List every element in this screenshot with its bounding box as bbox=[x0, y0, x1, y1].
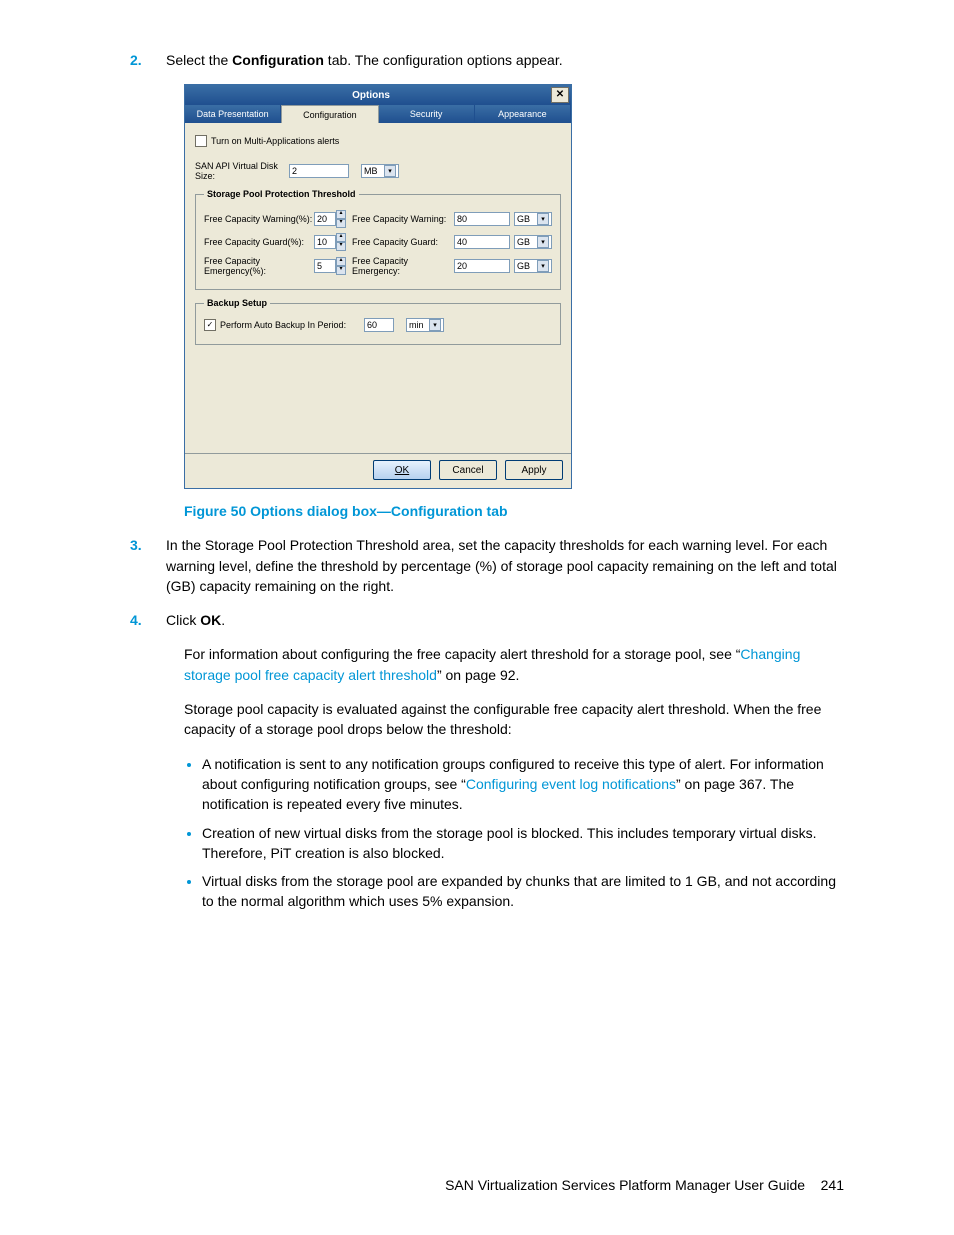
guard-unit-select[interactable]: GB▾ bbox=[514, 235, 552, 249]
emergency-pct-label: Free Capacity Emergency(%): bbox=[204, 256, 314, 276]
warning-abs-input[interactable] bbox=[454, 212, 510, 226]
vdisk-size-label: SAN API Virtual Disk Size: bbox=[195, 161, 285, 181]
chevron-down-icon: ▾ bbox=[429, 319, 441, 331]
step-number-4: 4. bbox=[130, 610, 166, 630]
step-number-2: 2. bbox=[130, 50, 166, 70]
vdisk-size-unit-select[interactable]: MB ▾ bbox=[361, 164, 399, 178]
text: . bbox=[221, 612, 225, 628]
guard-pct-spinner[interactable]: ▴▾ bbox=[336, 233, 346, 251]
chevron-down-icon: ▾ bbox=[537, 213, 549, 225]
page-footer: SAN Virtualization Services Platform Man… bbox=[445, 1177, 844, 1193]
text: ” on page 92. bbox=[437, 667, 520, 683]
guard-abs-input[interactable] bbox=[454, 235, 510, 249]
chevron-down-icon: ▾ bbox=[537, 260, 549, 272]
guard-pct-input[interactable] bbox=[314, 235, 336, 249]
list-item: A notification is sent to any notificati… bbox=[202, 754, 844, 815]
list-item: Virtual disks from the storage pool are … bbox=[202, 871, 844, 912]
footer-doc-title: SAN Virtualization Services Platform Man… bbox=[445, 1177, 805, 1193]
warning-pct-spinner[interactable]: ▴▾ bbox=[336, 210, 346, 228]
figure-caption: Figure 50 Options dialog box—Configurati… bbox=[184, 503, 844, 519]
auto-backup-label: Perform Auto Backup In Period: bbox=[220, 320, 360, 330]
ok-button[interactable]: OK bbox=[373, 460, 431, 480]
multi-apps-label: Turn on Multi-Applications alerts bbox=[211, 136, 339, 146]
tab-appearance[interactable]: Appearance bbox=[475, 105, 571, 123]
emergency-pct-spinner[interactable]: ▴▾ bbox=[336, 257, 346, 275]
auto-backup-unit-select[interactable]: min▾ bbox=[406, 318, 444, 332]
text-bold: OK bbox=[200, 612, 221, 628]
cancel-button[interactable]: Cancel bbox=[439, 460, 497, 480]
vdisk-size-unit-value: MB bbox=[364, 166, 378, 176]
emergency-unit-select[interactable]: GB▾ bbox=[514, 259, 552, 273]
emergency-abs-label: Free Capacity Emergency: bbox=[352, 256, 454, 276]
text: tab. The configuration options appear. bbox=[324, 52, 563, 68]
paragraph: For information about configuring the fr… bbox=[184, 644, 844, 685]
vdisk-size-input[interactable] bbox=[289, 164, 349, 178]
emergency-pct-input[interactable] bbox=[314, 259, 336, 273]
warning-pct-label: Free Capacity Warning(%): bbox=[204, 214, 314, 224]
backup-setup-group: Backup Setup ✓ Perform Auto Backup In Pe… bbox=[195, 298, 561, 345]
close-icon[interactable]: ✕ bbox=[551, 87, 569, 103]
auto-backup-checkbox[interactable]: ✓ bbox=[204, 319, 216, 331]
auto-backup-value-input[interactable] bbox=[364, 318, 394, 332]
paragraph: Storage pool capacity is evaluated again… bbox=[184, 699, 844, 740]
backup-setup-legend: Backup Setup bbox=[204, 298, 270, 308]
guard-abs-label: Free Capacity Guard: bbox=[352, 237, 454, 247]
text: For information about configuring the fr… bbox=[184, 646, 740, 662]
apply-button[interactable]: Apply bbox=[505, 460, 563, 480]
step-3-text: In the Storage Pool Protection Threshold… bbox=[166, 535, 844, 596]
tab-security[interactable]: Security bbox=[379, 105, 475, 123]
chevron-down-icon: ▾ bbox=[537, 236, 549, 248]
footer-page-number: 241 bbox=[821, 1177, 844, 1193]
link-configuring-event-log[interactable]: Configuring event log notifications bbox=[466, 776, 676, 792]
guard-pct-label: Free Capacity Guard(%): bbox=[204, 237, 314, 247]
text: Select the bbox=[166, 52, 232, 68]
options-dialog: Options ✕ Data Presentation Configuratio… bbox=[184, 84, 572, 489]
text-bold: Configuration bbox=[232, 52, 324, 68]
step-2-text: Select the Configuration tab. The config… bbox=[166, 50, 844, 70]
text: Click bbox=[166, 612, 200, 628]
dialog-tabs: Data Presentation Configuration Security… bbox=[185, 105, 571, 123]
storage-pool-threshold-legend: Storage Pool Protection Threshold bbox=[204, 189, 359, 199]
list-item: Creation of new virtual disks from the s… bbox=[202, 823, 844, 864]
warning-pct-input[interactable] bbox=[314, 212, 336, 226]
tab-data-presentation[interactable]: Data Presentation bbox=[185, 105, 281, 123]
dialog-titlebar: Options ✕ bbox=[185, 85, 571, 105]
warning-abs-label: Free Capacity Warning: bbox=[352, 214, 454, 224]
step-number-3: 3. bbox=[130, 535, 166, 596]
chevron-down-icon: ▾ bbox=[384, 165, 396, 177]
warning-unit-select[interactable]: GB▾ bbox=[514, 212, 552, 226]
emergency-abs-input[interactable] bbox=[454, 259, 510, 273]
multi-apps-checkbox[interactable] bbox=[195, 135, 207, 147]
storage-pool-threshold-group: Storage Pool Protection Threshold Free C… bbox=[195, 189, 561, 290]
tab-configuration[interactable]: Configuration bbox=[281, 105, 378, 123]
step-4-text: Click OK. bbox=[166, 610, 844, 630]
dialog-title: Options bbox=[191, 90, 551, 101]
